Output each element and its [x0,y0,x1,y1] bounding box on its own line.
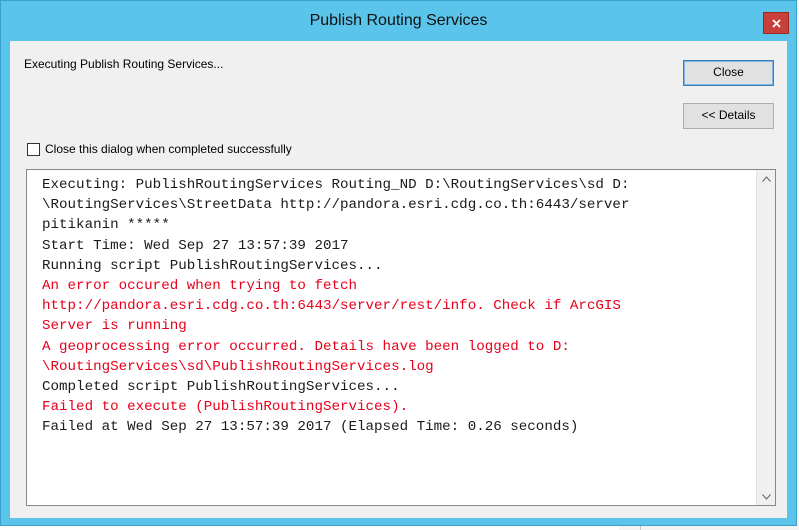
close-icon [772,19,781,28]
log-line-error: A geoprocessing error occurred. Details … [42,338,570,355]
status-text: Executing Publish Routing Services... [24,57,224,71]
dialog-body: Executing Publish Routing Services... Cl… [10,41,787,518]
details-button[interactable]: << Details [683,103,774,129]
log-line: Start Time: Wed Sep 27 13:57:39 2017 [42,237,349,254]
window-title: Publish Routing Services [309,12,488,29]
log-line: pitikanin ***** [42,217,170,234]
log-line-error: http://pandora.esri.cdg.co.th:6443/serve… [42,298,621,315]
log-line: \RoutingServices\StreetData http://pando… [42,197,630,214]
auto-close-option[interactable]: Close this dialog when completed success… [27,141,292,157]
log-line: Failed at Wed Sep 27 13:57:39 2017 (Elap… [42,419,579,436]
log-line-error: An error occured when trying to fetch [42,278,358,295]
title-bar[interactable]: Publish Routing Services [1,1,796,41]
publish-dialog-window: Publish Routing Services Executing Publi… [0,0,797,526]
log-line-error: Failed to execute (PublishRoutingService… [42,399,409,416]
auto-close-checkbox[interactable] [27,142,40,156]
log-line: Completed script PublishRoutingServices.… [42,379,400,396]
window-close-button[interactable] [763,12,789,34]
log-line: Running script PublishRoutingServices... [42,257,383,274]
scroll-down-button[interactable] [757,488,775,505]
vertical-scrollbar[interactable] [756,170,775,505]
auto-close-label: Close this dialog when completed success… [45,142,292,156]
chevron-down-icon [761,493,771,500]
log-text: Executing: PublishRoutingServices Routin… [42,175,742,438]
chevron-up-icon [761,175,771,182]
log-output[interactable]: Executing: PublishRoutingServices Routin… [26,169,776,506]
log-line: Executing: PublishRoutingServices Routin… [42,177,630,193]
scroll-up-button[interactable] [757,170,775,187]
log-line-error: \RoutingServices\sd\PublishRoutingServic… [42,358,434,375]
close-button[interactable]: Close [683,60,774,86]
log-line-error: Server is running [42,318,187,335]
